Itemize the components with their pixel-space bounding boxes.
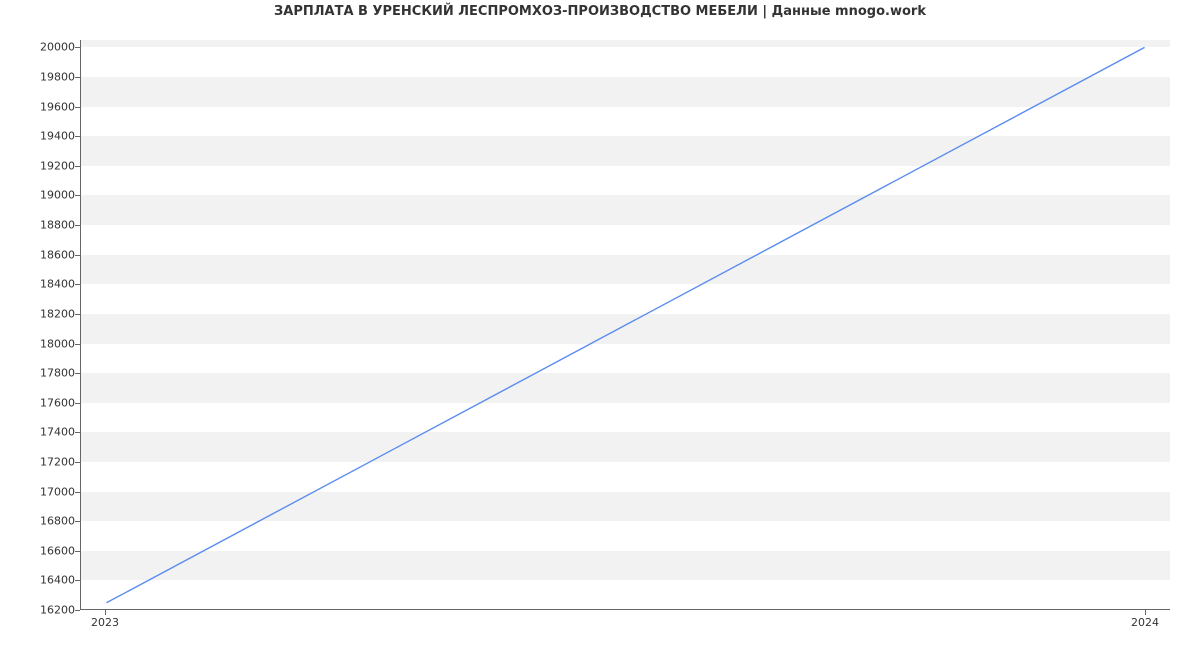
- y-tick-label: 18600: [15, 248, 75, 261]
- y-tick-mark: [75, 462, 80, 463]
- y-tick-mark: [75, 136, 80, 137]
- y-tick-label: 19200: [15, 159, 75, 172]
- y-tick-mark: [75, 344, 80, 345]
- y-tick-label: 16600: [15, 544, 75, 557]
- y-tick-label: 18000: [15, 337, 75, 350]
- y-tick-label: 16800: [15, 515, 75, 528]
- y-tick-mark: [75, 47, 80, 48]
- y-tick-mark: [75, 432, 80, 433]
- y-tick-mark: [75, 314, 80, 315]
- y-tick-mark: [75, 521, 80, 522]
- y-tick-mark: [75, 580, 80, 581]
- y-tick-label: 19600: [15, 100, 75, 113]
- y-tick-label: 17000: [15, 485, 75, 498]
- y-tick-mark: [75, 225, 80, 226]
- y-tick-mark: [75, 551, 80, 552]
- y-tick-label: 18400: [15, 278, 75, 291]
- y-tick-mark: [75, 284, 80, 285]
- x-tick-mark: [105, 610, 106, 615]
- chart-container: ЗАРПЛАТА В УРЕНСКИЙ ЛЕСПРОМХОЗ-ПРОИЗВОДС…: [0, 0, 1200, 650]
- y-tick-mark: [75, 492, 80, 493]
- chart-title: ЗАРПЛАТА В УРЕНСКИЙ ЛЕСПРОМХОЗ-ПРОИЗВОДС…: [0, 4, 1200, 19]
- y-tick-label: 16400: [15, 574, 75, 587]
- y-tick-mark: [75, 255, 80, 256]
- plot-area: [80, 40, 1170, 610]
- y-tick-mark: [75, 166, 80, 167]
- series-line: [106, 47, 1144, 602]
- y-tick-label: 19000: [15, 189, 75, 202]
- y-tick-mark: [75, 107, 80, 108]
- y-tick-mark: [75, 610, 80, 611]
- y-tick-label: 17400: [15, 426, 75, 439]
- y-tick-label: 17800: [15, 367, 75, 380]
- line-series: [81, 40, 1170, 609]
- x-tick-mark: [1145, 610, 1146, 615]
- y-tick-label: 19800: [15, 71, 75, 84]
- y-tick-label: 18800: [15, 219, 75, 232]
- y-tick-label: 17600: [15, 396, 75, 409]
- x-tick-label: 2023: [91, 616, 119, 629]
- y-tick-label: 19400: [15, 130, 75, 143]
- y-tick-label: 18200: [15, 307, 75, 320]
- y-tick-mark: [75, 373, 80, 374]
- y-tick-mark: [75, 77, 80, 78]
- y-tick-mark: [75, 403, 80, 404]
- y-tick-label: 16200: [15, 604, 75, 617]
- x-tick-label: 2024: [1131, 616, 1159, 629]
- y-tick-label: 20000: [15, 41, 75, 54]
- y-tick-label: 17200: [15, 455, 75, 468]
- y-tick-mark: [75, 195, 80, 196]
